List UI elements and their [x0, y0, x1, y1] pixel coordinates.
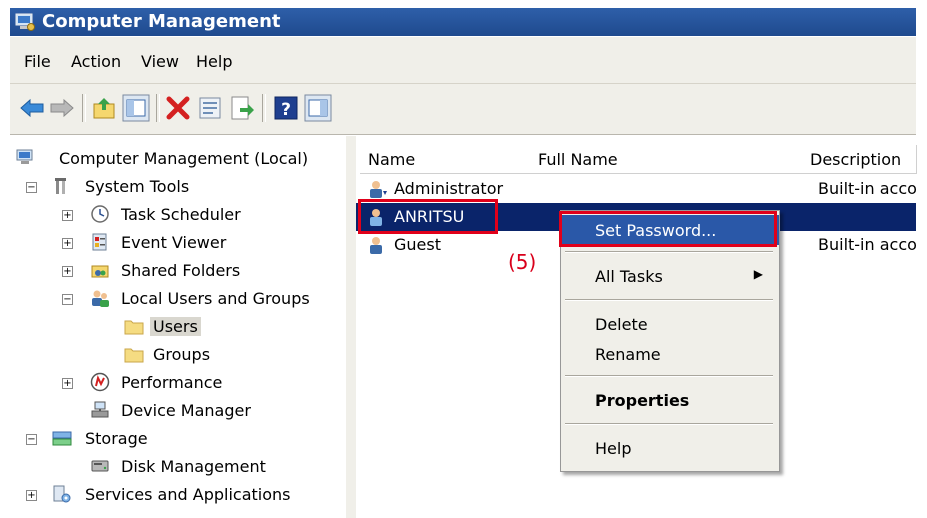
forward-icon[interactable]	[48, 94, 76, 122]
svg-text:?: ?	[281, 100, 291, 120]
computer-management-icon	[15, 13, 35, 31]
disk-management-icon	[91, 460, 109, 472]
expand-toggle[interactable]: +	[62, 378, 73, 389]
tree-label: Task Scheduler	[121, 205, 241, 224]
menu-bar: File Action View Help	[10, 37, 916, 84]
performance-icon	[90, 372, 110, 392]
menu-item-rename[interactable]: Rename	[561, 339, 779, 369]
properties-icon[interactable]	[196, 94, 224, 122]
user-description: Built-in acco	[818, 235, 917, 254]
users-group-icon	[92, 290, 109, 307]
expand-toggle[interactable]: +	[62, 266, 73, 277]
toolbar: ?	[10, 84, 916, 135]
services-icon	[53, 485, 71, 503]
user-icon	[370, 181, 387, 198]
storage-icon	[52, 431, 72, 446]
event-viewer-icon	[92, 233, 107, 251]
collapse-toggle[interactable]: −	[62, 294, 73, 305]
toolbar-separator	[156, 94, 160, 122]
column-header-name[interactable]: Name	[360, 145, 531, 174]
column-header-description[interactable]: Description	[802, 145, 917, 174]
user-name: Guest	[394, 235, 441, 254]
tree-label: Local Users and Groups	[121, 289, 310, 308]
user-name: Administrator	[394, 179, 504, 198]
user-icon	[370, 237, 382, 254]
user-description: Built-in acco	[818, 179, 917, 198]
menu-item-help[interactable]: Help	[561, 433, 779, 463]
menu-file[interactable]: File	[24, 52, 51, 71]
tree-label: Storage	[85, 429, 148, 448]
tree-label: Services and Applications	[85, 485, 291, 504]
menu-help[interactable]: Help	[196, 52, 232, 71]
annotation-highlight-anritsu	[358, 199, 498, 234]
show-hide-action-pane-icon[interactable]	[304, 94, 332, 122]
tree-label: Performance	[121, 373, 223, 392]
help-icon[interactable]: ?	[272, 94, 300, 122]
window-title: Computer Management	[42, 11, 281, 32]
tree-label: Device Manager	[121, 401, 251, 420]
annotation-highlight-set-password	[559, 211, 777, 247]
column-header-full-name[interactable]: Full Name	[530, 145, 803, 174]
collapse-toggle[interactable]: −	[26, 434, 37, 445]
expand-toggle[interactable]: +	[62, 238, 73, 249]
expand-toggle[interactable]: +	[26, 490, 37, 501]
submenu-arrow-icon: ▶	[753, 267, 763, 281]
window-title-bar: Computer Management	[10, 8, 916, 36]
menu-view[interactable]: View	[141, 52, 179, 71]
tree-label: Event Viewer	[121, 233, 227, 252]
back-icon[interactable]	[18, 94, 46, 122]
up-folder-icon[interactable]	[90, 94, 118, 122]
shared-folder-icon	[91, 265, 109, 278]
menu-separator	[565, 423, 773, 425]
tree-label: Computer Management (Local)	[59, 149, 309, 168]
folder-icon	[124, 348, 144, 363]
expand-toggle[interactable]: +	[62, 210, 73, 221]
tree-label: Groups	[153, 345, 211, 364]
menu-action[interactable]: Action	[71, 52, 121, 71]
export-list-icon[interactable]	[228, 94, 256, 122]
clock-icon	[91, 205, 109, 223]
folder-icon	[124, 320, 144, 335]
console-tree: Computer Management (Local) − System Too…	[10, 136, 347, 518]
collapse-toggle[interactable]: −	[26, 182, 37, 193]
tree-label: Disk Management	[121, 457, 266, 476]
step-callout: (5)	[508, 250, 537, 274]
tree-label: Shared Folders	[121, 261, 241, 280]
menu-item-properties[interactable]: Properties	[561, 385, 779, 415]
tree-label: System Tools	[85, 177, 190, 196]
delete-icon[interactable]	[164, 94, 192, 122]
toolbar-separator	[262, 94, 266, 122]
menu-separator	[565, 375, 773, 377]
device-manager-icon	[91, 401, 109, 418]
menu-item-all-tasks[interactable]: All Tasks ▶	[561, 261, 779, 291]
computer-management-icon	[16, 149, 33, 164]
menu-item-delete[interactable]: Delete	[561, 309, 779, 339]
context-menu: Set Password... All Tasks ▶ Delete Renam…	[560, 210, 780, 472]
toolbar-separator	[82, 94, 86, 122]
menu-separator	[565, 299, 773, 301]
show-hide-tree-icon[interactable]	[122, 94, 150, 122]
menu-separator	[565, 251, 773, 253]
tools-icon	[55, 178, 66, 194]
tree-label: Users	[150, 317, 201, 336]
